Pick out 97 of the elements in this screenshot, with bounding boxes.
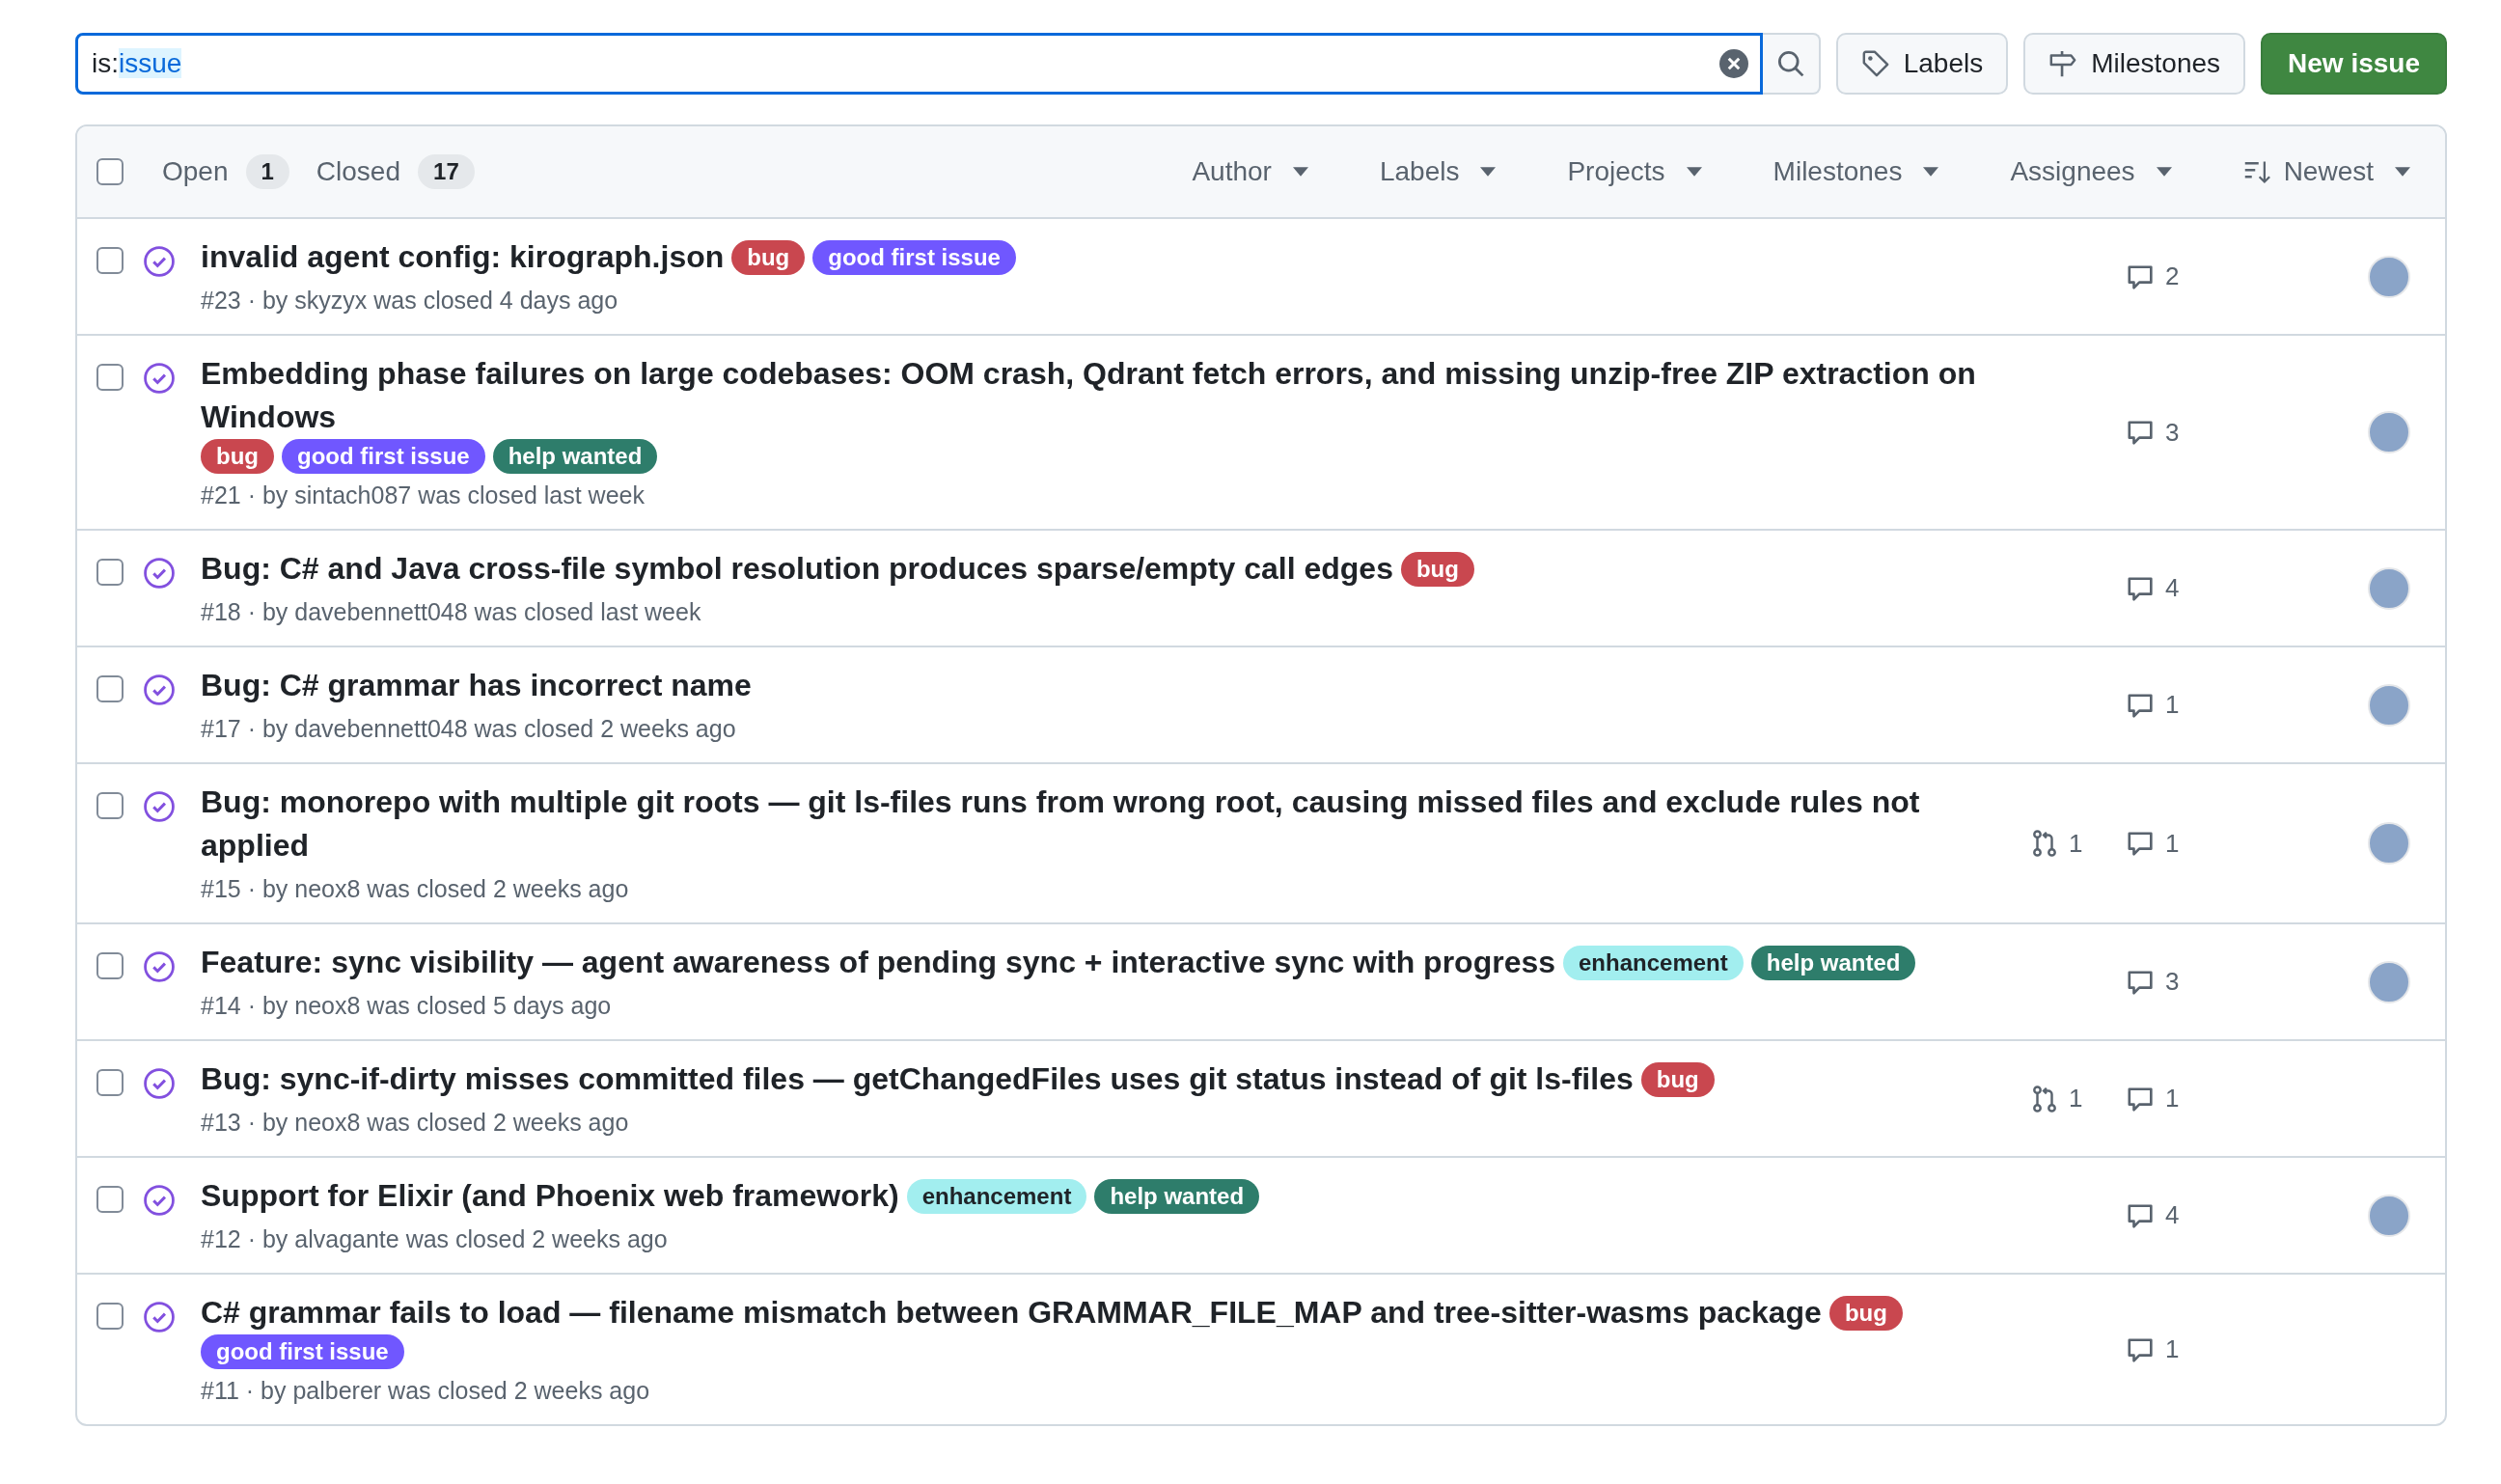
avatar[interactable] (2368, 411, 2410, 453)
checkbox[interactable] (96, 559, 124, 586)
linked-pr-count: 1 (2069, 1084, 2083, 1113)
issue-title[interactable]: C# grammar fails to load — filename mismatch between GRAMMAR_FILE_MAP and tree-sitter-wasms package (201, 1291, 1822, 1334)
pull-request-icon (2030, 829, 2059, 858)
issue-label[interactable]: good first issue (201, 1334, 404, 1369)
issue-label[interactable]: bug (731, 239, 806, 275)
issue-label[interactable]: bug (201, 439, 274, 474)
comment-count: 1 (2165, 828, 2180, 859)
closed-issue-icon (143, 790, 176, 823)
pull-request-icon (2030, 1084, 2059, 1113)
issue-title[interactable]: Bug: C# and Java cross-file symbol resolution produces sparse/empty call edges (201, 547, 1393, 591)
checkbox[interactable] (96, 792, 124, 819)
caret-icon (2156, 167, 2172, 177)
issue-title[interactable]: invalid agent config: kirograph.json (201, 235, 725, 279)
avatar[interactable] (2368, 822, 2410, 865)
closed-issue-icon (143, 557, 176, 590)
sort-menu[interactable]: Newest (2237, 152, 2416, 191)
issue-label[interactable]: bug (1400, 551, 1474, 587)
issue-title[interactable]: Feature: sync visibility — agent awareness of pending sync + interactive sync with progress (201, 941, 1555, 984)
filter-menu[interactable]: Projects (1561, 152, 1708, 191)
issue-title[interactable]: Embedding phase failures on large codebases: OOM crash, Qdrant fetch errors, and missing unzip-free ZIP extraction on Windows (201, 352, 2011, 439)
checkbox[interactable] (96, 675, 124, 702)
comment-count: 3 (2165, 967, 2180, 997)
filter-menu[interactable]: Milestones (1767, 152, 1945, 191)
comment-count: 3 (2165, 417, 2180, 448)
issue-label[interactable]: enhancement (906, 1178, 1087, 1214)
issue-meta: #11 · by palberer was closed 2 weeks ago (201, 1376, 651, 1406)
caret-icon (2395, 167, 2410, 177)
count-badge: 17 (418, 154, 475, 189)
search-field[interactable]: is:issue (75, 33, 1763, 95)
caret-icon (1686, 167, 1702, 177)
caret-icon (1480, 167, 1497, 177)
issue-meta: #17 · by davebennett048 was closed 2 weeks ago (201, 714, 737, 744)
closed-issue-icon (143, 1067, 176, 1100)
avatar[interactable] (2368, 683, 2410, 727)
filter-menu[interactable]: Assignees (2004, 152, 2178, 191)
comment-count: 1 (2165, 1084, 2180, 1113)
closed-issue-icon (143, 950, 176, 983)
labels-button[interactable]: Labels (1835, 33, 2009, 95)
avatar[interactable] (2368, 255, 2410, 298)
comment-count: 1 (2165, 1334, 2180, 1364)
checkbox[interactable] (96, 1303, 124, 1330)
filter-tab[interactable]: Closed 17 (316, 154, 475, 189)
checkbox[interactable] (96, 1069, 124, 1096)
comment-count: 2 (2165, 261, 2180, 291)
comment-count: 4 (2165, 573, 2180, 603)
filter-menu[interactable]: Author (1186, 152, 1314, 191)
comment-icon (2127, 418, 2156, 447)
issue-title[interactable]: Bug: C# grammar has incorrect name (201, 664, 752, 707)
new-issue-button[interactable]: New issue (2261, 33, 2447, 95)
issue-label[interactable]: help wanted (1750, 945, 1916, 980)
issue-meta: #13 · by neox8 was closed 2 weeks ago (201, 1108, 630, 1138)
comment-count: 1 (2165, 690, 2180, 720)
count-badge: 1 (245, 154, 289, 189)
filter-menu[interactable]: Labels (1373, 152, 1502, 191)
issue-meta: #18 · by davebennett048 was closed last week (201, 597, 702, 627)
issue-label[interactable]: bug (1640, 1061, 1715, 1097)
closed-issue-icon (143, 1301, 176, 1333)
issue-label[interactable]: help wanted (1094, 1178, 1260, 1214)
issue-meta: #23 · by skyzyx was closed 4 days ago (201, 286, 619, 316)
issue-label[interactable]: enhancement (1563, 945, 1744, 980)
caret-icon (1923, 167, 1939, 177)
comment-icon (2127, 829, 2156, 858)
issue-label[interactable]: good first issue (282, 439, 485, 474)
closed-issue-icon (143, 245, 176, 278)
issue-title[interactable]: Support for Elixir (and Phoenix web framework) (201, 1174, 899, 1218)
issue-title[interactable]: Bug: monorepo with multiple git roots — git ls-files runs from wrong root, causing missed files and exclude rules not applied (201, 781, 2011, 867)
checkbox[interactable] (96, 364, 124, 391)
checkbox[interactable] (96, 247, 124, 274)
avatar[interactable] (2368, 960, 2410, 1003)
closed-issue-icon (143, 1184, 176, 1217)
closed-issue-icon (143, 362, 176, 395)
checkbox[interactable] (96, 158, 124, 185)
issue-meta: #12 · by alvagante was closed 2 weeks ago (201, 1224, 669, 1254)
issue-meta: #15 · by neox8 was closed 2 weeks ago (201, 874, 630, 904)
issue-meta: #14 · by neox8 was closed 5 days ago (201, 991, 613, 1021)
issue-label[interactable]: help wanted (492, 439, 658, 474)
linked-pr-count: 1 (2069, 828, 2083, 859)
search-icon (1775, 49, 1805, 78)
closed-issue-icon (143, 673, 176, 706)
tag-icon (1860, 49, 1890, 78)
issue-title[interactable]: Bug: sync-if-dirty misses committed files — getChangedFiles uses git status instead of git ls-files (201, 1058, 1634, 1101)
avatar[interactable] (2368, 566, 2410, 610)
avatar[interactable] (2368, 1194, 2410, 1237)
caret-icon (1292, 167, 1308, 177)
issue-meta: #21 · by sintach087 was closed last week (201, 481, 646, 510)
clear-icon[interactable] (1718, 49, 1748, 78)
issue-label[interactable]: good first issue (812, 239, 1016, 275)
issue-label[interactable]: bug (1828, 1295, 1903, 1331)
comment-count: 4 (2165, 1200, 2180, 1230)
checkbox[interactable] (96, 1186, 124, 1213)
filter-tab[interactable]: Open 1 (162, 154, 289, 189)
milestones-button[interactable]: Milestones (2023, 33, 2246, 95)
signpost-icon (2048, 49, 2078, 78)
checkbox[interactable] (96, 952, 124, 979)
search-button[interactable] (1762, 33, 1821, 95)
